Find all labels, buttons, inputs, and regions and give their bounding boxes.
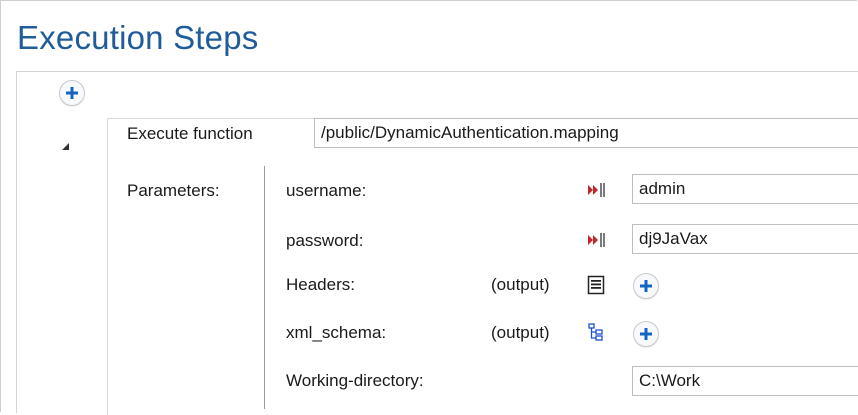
parameters-label: Parameters: — [127, 181, 220, 200]
param-name-xml-schema: xml_schema: — [286, 323, 387, 342]
add-step-button[interactable] — [59, 80, 85, 106]
plus-icon — [640, 328, 652, 340]
input-parameter-icon[interactable] — [587, 231, 607, 254]
input-parameter-icon[interactable] — [587, 181, 607, 204]
execution-steps-panel: Execution Steps Execute function /public… — [0, 0, 858, 415]
page-title: Execution Steps — [17, 19, 259, 56]
function-path-field[interactable]: /public/DynamicAuthentication.mapping — [314, 118, 858, 148]
plus-icon — [640, 280, 652, 292]
add-headers-button[interactable] — [633, 273, 659, 299]
xml-schema-output-label: (output) — [491, 323, 550, 342]
collapse-toggle[interactable] — [61, 139, 71, 157]
document-list-icon[interactable] — [587, 275, 605, 300]
username-field[interactable]: admin — [632, 174, 858, 204]
parameters-divider — [264, 166, 265, 409]
working-directory-field[interactable]: C:\Work — [632, 366, 858, 396]
execute-function-label: Execute function — [127, 124, 253, 143]
triangle-down-icon — [62, 143, 69, 150]
password-field[interactable]: dj9JaVax — [632, 224, 858, 254]
param-name-working-directory: Working-directory: — [286, 371, 424, 390]
headers-output-label: (output) — [491, 275, 550, 294]
xml-tree-icon[interactable] — [587, 322, 605, 347]
param-name-headers: Headers: — [286, 275, 355, 294]
plus-icon — [66, 87, 78, 99]
add-xml-schema-button[interactable] — [633, 321, 659, 347]
param-name-username: username: — [286, 181, 367, 200]
param-name-password: password: — [286, 231, 364, 250]
